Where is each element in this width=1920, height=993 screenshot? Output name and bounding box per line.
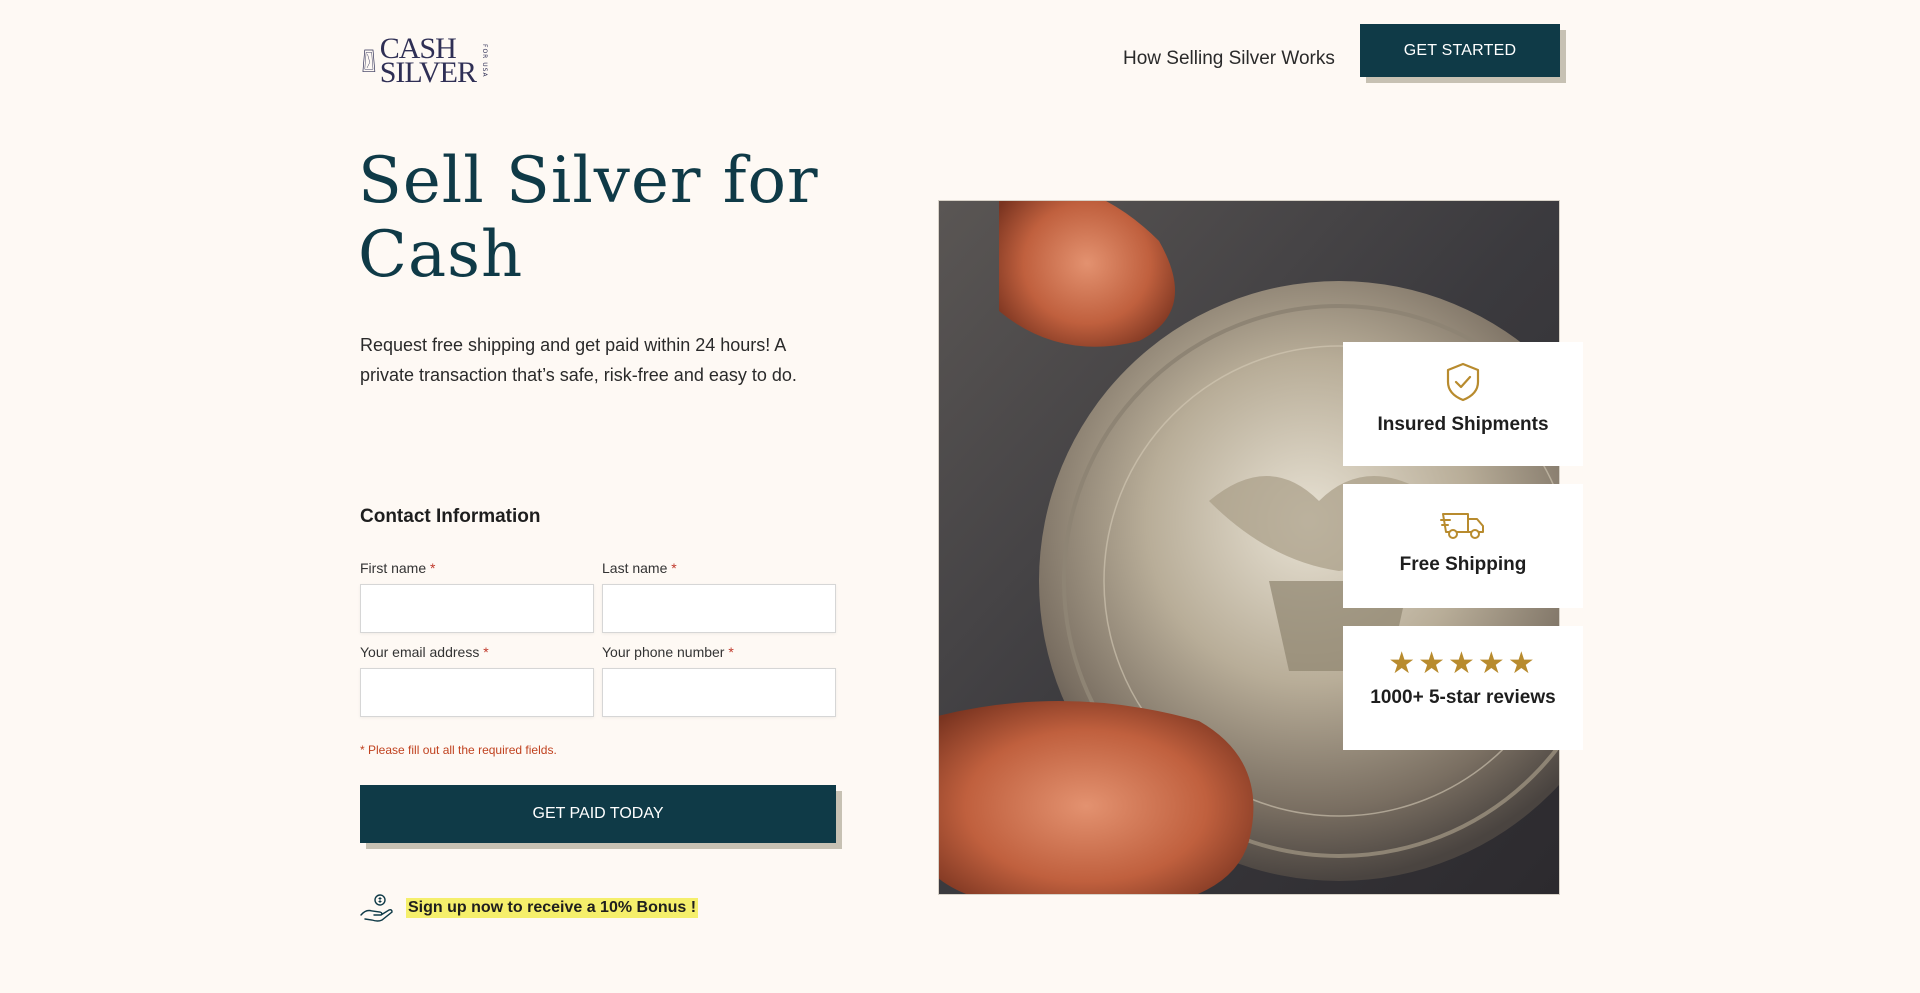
logo-silver: SILVER [379,56,477,89]
email-field[interactable] [360,668,594,717]
logo-for-usa: FOR USA [481,44,488,78]
email-label: Your email address * [360,644,489,660]
submit-wrap: GET PAID TODAY [360,785,842,849]
brand-logo[interactable]: CASH SILVER FOR USA [362,33,488,89]
bonus-text: Sign up now to receive a 10% Bonus ! [406,898,699,918]
shield-check-icon [1446,362,1480,402]
hand-coin-icon [360,894,393,922]
get-started-wrap: GET STARTED [1360,24,1566,83]
get-paid-button[interactable]: GET PAID TODAY [360,785,836,843]
phone-label: Your phone number * [602,644,734,660]
nav-how-it-works[interactable]: How Selling Silver Works [1123,48,1335,70]
form-error-message: * Please fill out all the required field… [360,743,557,757]
phone-field[interactable] [602,668,836,717]
feature-card-reviews: ★★★★★ 1000+ 5-star reviews [1343,626,1583,750]
last-name-label-text: Last name [602,560,668,576]
phone-label-text: Your phone number [602,644,725,660]
required-marker: * [483,644,489,660]
silver-bar-icon [362,49,376,72]
feature-card-shipping: Free Shipping [1343,484,1583,608]
last-name-field[interactable] [602,584,836,633]
bonus-callout: Sign up now to receive a 10% Bonus ! [360,893,699,923]
last-name-label: Last name * [602,560,677,576]
feature-label-insured: Insured Shipments [1377,414,1549,435]
first-name-label: First name * [360,560,435,576]
feature-card-insured: Insured Shipments [1343,342,1583,466]
feature-label-shipping: Free Shipping [1399,554,1527,575]
first-name-field[interactable] [360,584,594,633]
contact-form-title: Contact Information [360,506,541,527]
first-name-label-text: First name [360,560,427,576]
hero-subtitle: Request free shipping and get paid withi… [360,335,797,385]
truck-icon [1440,513,1484,539]
five-stars-icon: ★★★★★ [1388,647,1538,680]
feature-label-reviews: 1000+ 5-star reviews [1370,687,1556,708]
required-marker: * [430,560,436,576]
required-marker: * [671,560,677,576]
required-marker: * [728,644,734,660]
get-started-button[interactable]: GET STARTED [1360,24,1560,77]
page-title: Sell Silver for Cash [358,144,819,292]
email-label-text: Your email address [360,644,480,660]
